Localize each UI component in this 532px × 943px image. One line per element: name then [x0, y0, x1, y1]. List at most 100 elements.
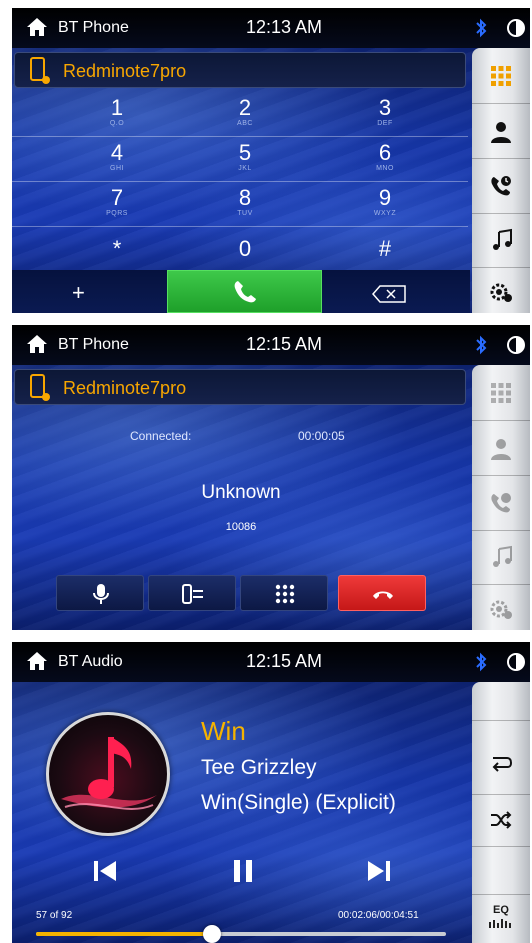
- phone-device-icon: [30, 374, 50, 401]
- previous-track-icon[interactable]: [90, 856, 120, 886]
- status-bar: BT Phone 12:13 AM: [12, 8, 530, 48]
- key-8[interactable]: 8 TUV: [170, 182, 320, 227]
- clock: 12:15 AM: [246, 334, 323, 354]
- equalizer-icon: [489, 919, 511, 928]
- contacts-icon[interactable]: [489, 120, 513, 144]
- caller-name: Unknown: [201, 482, 281, 503]
- brightness-icon[interactable]: [506, 18, 526, 38]
- settings-icon: [490, 600, 512, 619]
- app-title: BT Phone: [58, 19, 129, 36]
- progress-handle[interactable]: [203, 925, 222, 943]
- rail-divider: [472, 103, 530, 104]
- key-0[interactable]: 0: [170, 226, 320, 271]
- status-bar: BT Phone 12:15 AM: [12, 325, 530, 365]
- bt-phone-call-screen: BT Phone 12:15 AM Redminote7pro Connecte…: [12, 325, 530, 630]
- recent-calls-icon: [491, 493, 511, 513]
- rail-divider: [472, 720, 530, 721]
- rail-divider: [472, 420, 530, 421]
- pause-icon[interactable]: [228, 856, 258, 886]
- call-button[interactable]: [167, 270, 322, 313]
- brightness-icon[interactable]: [506, 335, 526, 355]
- track-position: 57 of 92: [36, 910, 73, 921]
- brightness-icon[interactable]: [506, 652, 526, 672]
- home-icon[interactable]: [26, 17, 48, 37]
- side-nav-rail: [472, 48, 530, 313]
- key-5[interactable]: 5 JKL: [170, 137, 320, 182]
- progress-bar[interactable]: [36, 925, 446, 943]
- bt-audio-screen: BT Audio 12:15 AM Win Tee Grizzley Win(S…: [12, 642, 530, 943]
- next-track-icon[interactable]: [364, 856, 394, 886]
- home-icon[interactable]: [26, 651, 48, 671]
- home-icon[interactable]: [26, 334, 48, 354]
- rail-divider: [472, 846, 530, 847]
- key-number: 9: [378, 185, 392, 210]
- backspace-icon[interactable]: [372, 285, 406, 303]
- key-number: 2: [238, 95, 252, 120]
- key-number: 8: [238, 185, 252, 210]
- rail-divider: [472, 530, 530, 531]
- audio-transfer-button[interactable]: [148, 575, 236, 611]
- key-3[interactable]: 3 DEF: [310, 92, 460, 137]
- time-position: 00:02:06/00:04:51: [338, 910, 419, 921]
- shuffle-icon[interactable]: [489, 808, 513, 832]
- clock: 12:13 AM: [246, 17, 323, 37]
- microphone-icon: [93, 584, 109, 604]
- audio-transfer-icon: [182, 584, 203, 604]
- album-art: [46, 712, 170, 836]
- show-keypad-button[interactable]: [240, 575, 328, 611]
- device-name: Redminote7pro: [63, 61, 187, 81]
- key-9[interactable]: 9 WXYZ: [310, 182, 460, 227]
- mute-microphone-button[interactable]: [56, 575, 144, 611]
- keypad-icon[interactable]: [489, 64, 513, 88]
- key-letters: ABC: [237, 120, 253, 127]
- key-6[interactable]: 6 MNO: [310, 137, 460, 182]
- album-name: Win(Single) (Explicit): [201, 791, 396, 814]
- eq-label: EQ: [493, 904, 509, 916]
- device-bar: Redminote7pro: [14, 369, 466, 405]
- song-title: Win: [201, 716, 246, 746]
- bt-phone-keypad-screen: BT Phone 12:13 AM Redminote7pro 1 Q.O 2 AB…: [12, 8, 530, 313]
- call-icon: [234, 281, 256, 303]
- key-letters: JKL: [238, 165, 252, 172]
- bluetooth-icon: [476, 335, 487, 355]
- keypad-icon: [275, 584, 295, 604]
- settings-icon[interactable]: [489, 280, 513, 304]
- key-letters: WXYZ: [373, 210, 397, 217]
- key-letters: MNO: [376, 165, 394, 172]
- key-number: 0: [238, 236, 252, 261]
- rail-divider: [472, 894, 530, 895]
- call-duration: 00:00:05: [298, 429, 345, 443]
- eq-button[interactable]: EQ: [472, 904, 530, 928]
- rail-divider: [472, 584, 530, 585]
- caller-number: 10086: [225, 521, 257, 533]
- rail-divider: [472, 794, 530, 795]
- plus-button[interactable]: +: [72, 280, 85, 306]
- call-status-label: Connected:: [130, 429, 192, 443]
- key-letters: DEF: [377, 120, 393, 127]
- keypad-icon: [491, 383, 511, 403]
- recent-calls-icon[interactable]: [489, 174, 513, 198]
- bluetooth-icon: [476, 18, 487, 38]
- key-2[interactable]: 2 ABC: [170, 92, 320, 137]
- artist-name: Tee Grizzley: [201, 756, 317, 779]
- progress-fill: [36, 932, 213, 936]
- key-number: 6: [378, 140, 392, 165]
- music-icon[interactable]: [489, 228, 513, 252]
- end-call-button[interactable]: [338, 575, 426, 611]
- app-title: BT Audio: [58, 653, 123, 670]
- rail-divider: [472, 158, 530, 159]
- key-number: 5: [238, 140, 252, 165]
- key-hash[interactable]: #: [310, 226, 460, 271]
- end-call-icon: [373, 591, 393, 599]
- rail-divider: [472, 213, 530, 214]
- music-note-icon: [61, 737, 157, 810]
- repeat-icon[interactable]: [489, 750, 513, 774]
- side-nav-rail: EQ: [472, 682, 530, 943]
- phone-device-icon: [30, 57, 50, 84]
- bluetooth-icon: [476, 652, 487, 672]
- rail-divider: [472, 475, 530, 476]
- device-name: Redminote7pro: [63, 378, 187, 398]
- music-icon: [493, 545, 512, 567]
- clock: 12:15 AM: [246, 651, 323, 671]
- key-number: 3: [378, 95, 392, 120]
